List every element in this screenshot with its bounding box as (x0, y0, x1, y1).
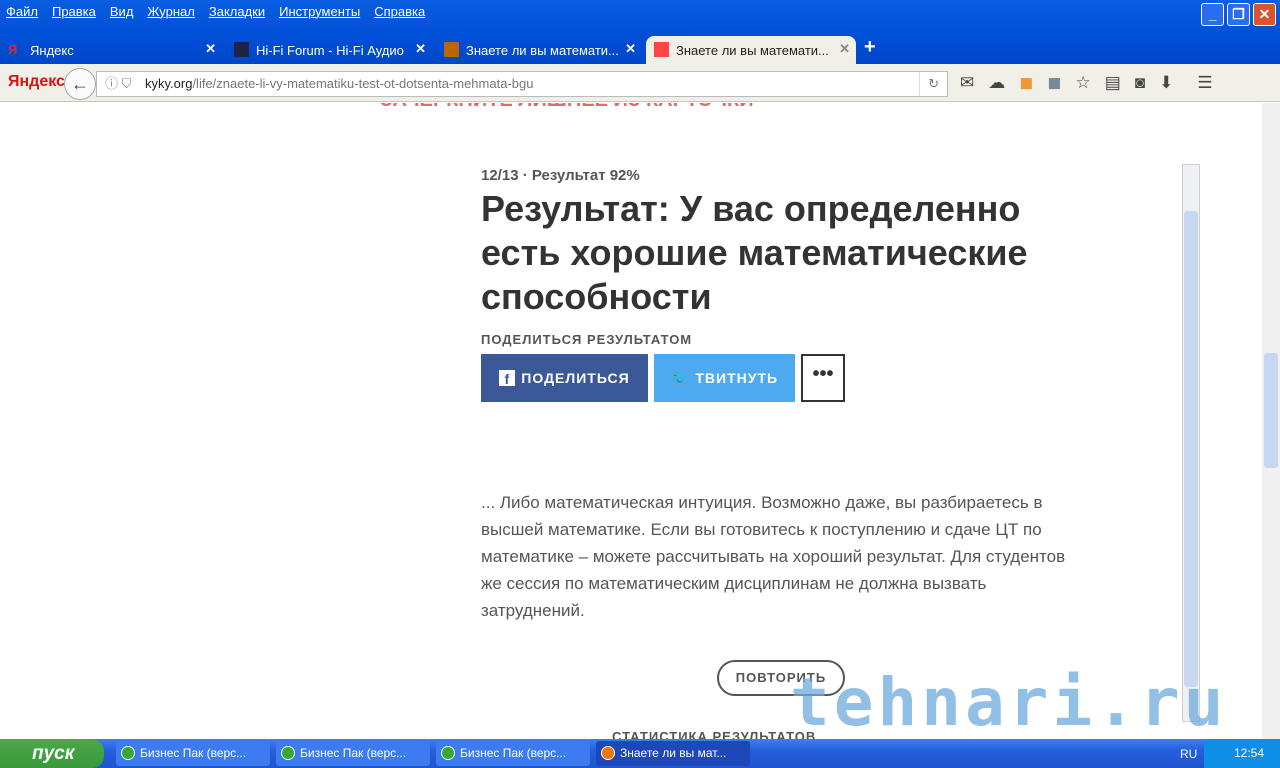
taskbar-item[interactable]: Бизнес Пак (верс... (276, 741, 430, 766)
app-icon (441, 746, 455, 760)
weather-icon[interactable]: ☁ (988, 73, 1005, 93)
tab-label: Знаете ли вы математи... (466, 42, 619, 58)
app-icon (121, 746, 135, 760)
menu-bar: Файл Правка Вид Журнал Закладки Инструме… (6, 4, 425, 19)
task-label: Бизнес Пак (верс... (300, 746, 407, 760)
app-icon (281, 746, 295, 760)
menu-history[interactable]: Журнал (147, 4, 194, 19)
result-title: Результат: У вас определенно есть хороши… (481, 188, 1028, 317)
tab-label: Hi-Fi Forum - Hi-Fi Аудио (256, 42, 404, 58)
bookmark-star-icon[interactable]: ☆ (1076, 73, 1091, 93)
language-indicator[interactable]: RU (1180, 747, 1197, 761)
system-tray: 12:54 (1204, 739, 1280, 768)
menu-tools[interactable]: Инструменты (279, 4, 360, 19)
url-bar[interactable]: ⓘ ⛉ kyky.org/life/znaete-li-vy-matematik… (96, 71, 948, 97)
result-description: ... Либо математическая интуиция. Возмож… (481, 493, 1066, 620)
menu-bookmarks[interactable]: Закладки (209, 4, 265, 19)
firefox-icon (601, 746, 615, 760)
facebook-icon: f (499, 370, 516, 387)
facebook-share-button[interactable]: f ПОДЕЛИТЬСЯ (481, 354, 648, 402)
share-label: ПОДЕЛИТЬСЯ РЕЗУЛЬТАТОМ (481, 332, 693, 347)
kyky-red-icon (654, 42, 669, 57)
pocket-icon[interactable]: ◙ (1135, 73, 1145, 93)
result-meta: 12/13 · Результат 92% (481, 167, 640, 184)
task-label: Бизнес Пак (верс... (140, 746, 247, 760)
task-label: Бизнес Пак (верс... (460, 746, 567, 760)
menu-view[interactable]: Вид (110, 4, 134, 19)
new-tab-button[interactable]: + (864, 36, 876, 59)
yandex-logo[interactable]: Яндекс (8, 73, 65, 91)
url-path: /life/znaete-li-vy-matematiku-test-ot-do… (192, 76, 534, 91)
taskbar-item[interactable]: Бизнес Пак (верс... (436, 741, 590, 766)
more-share-button[interactable]: ••• (801, 354, 845, 402)
restore-button[interactable]: ❐ (1227, 3, 1250, 26)
tab-yandex[interactable]: Я Яндекс ✕ (0, 36, 222, 64)
clock: 12:54 (1234, 746, 1265, 760)
taskbar-item[interactable]: Бизнес Пак (верс... (116, 741, 270, 766)
taskbar-item-active[interactable]: Знаете ли вы мат... (596, 741, 750, 766)
tab-kyky-active[interactable]: Знаете ли вы математи... ✕ (646, 36, 856, 64)
hifi-icon (234, 42, 249, 57)
reading-list-icon[interactable]: ▤ (1105, 73, 1121, 93)
page-scroll-thumb[interactable] (1264, 353, 1278, 468)
close-tab-icon[interactable]: ✕ (415, 41, 426, 57)
inner-scrollbar[interactable] (1182, 164, 1200, 722)
url-domain: kyky.org (145, 76, 193, 91)
tab-kyky-1[interactable]: Знаете ли вы математи... ✕ (436, 36, 642, 64)
menu-help[interactable]: Справка (374, 4, 425, 19)
tab-strip: Я Яндекс ✕ Hi-Fi Forum - Hi-Fi Аудио ✕ З… (0, 34, 1280, 64)
page-scrollbar[interactable] (1262, 103, 1280, 739)
taskbar: пуск Бизнес Пак (верс... Бизнес Пак (вер… (0, 739, 1280, 768)
inner-scroll-thumb[interactable] (1184, 211, 1198, 687)
minimize-button[interactable]: _ (1201, 3, 1224, 26)
window-titlebar: Файл Правка Вид Журнал Закладки Инструме… (0, 0, 1280, 66)
page-content: ЗАЧЕРКНИТЕ ЛИШНЕЕ ИЗ КАРТОЧКИ 12/13 · Ре… (0, 103, 1260, 739)
start-button[interactable]: пуск (0, 739, 104, 768)
close-tab-icon[interactable]: ✕ (839, 41, 850, 57)
twitter-share-button[interactable]: 🐦 ТВИТНУТЬ (654, 354, 795, 402)
nav-bar: Яндекс ← ⓘ ⛉ kyky.org/life/znaete-li-vy-… (0, 64, 1280, 102)
info-shield-icon[interactable]: ⓘ ⛉ (105, 72, 131, 96)
kyky-icon (444, 42, 459, 57)
hamburger-menu-icon[interactable]: ☰ (1197, 73, 1212, 93)
close-tab-icon[interactable]: ✕ (205, 41, 216, 57)
download-icon[interactable]: ⬇ (1159, 73, 1173, 93)
watermark: tehnari.ru (790, 664, 1228, 741)
odnoklassniki-icon[interactable]: ◼ (1019, 73, 1033, 93)
tw-label: ТВИТНУТЬ (695, 370, 779, 386)
fb-label: ПОДЕЛИТЬСЯ (521, 370, 630, 386)
twitter-icon: 🐦 (670, 369, 690, 386)
task-label: Знаете ли вы мат... (620, 746, 727, 760)
extension-icon[interactable]: ◼ (1047, 73, 1061, 93)
yandex-icon: Я (8, 42, 18, 57)
back-button[interactable]: ← (64, 68, 96, 100)
menu-edit[interactable]: Правка (52, 4, 96, 19)
reload-icon[interactable]: ↻ (919, 72, 939, 96)
close-tab-icon[interactable]: ✕ (625, 41, 636, 57)
tab-label: Яндекс (30, 42, 74, 58)
mail-icon[interactable]: ✉ (960, 73, 974, 93)
previous-question-text: ЗАЧЕРКНИТЕ ЛИШНЕЕ ИЗ КАРТОЧКИ (380, 103, 754, 112)
close-window-button[interactable]: ✕ (1253, 3, 1276, 26)
menu-file[interactable]: Файл (6, 4, 38, 19)
tab-label: Знаете ли вы математи... (676, 42, 829, 58)
stats-heading: СТАТИСТИКА РЕЗУЛЬТАТОВ (612, 729, 817, 739)
tab-hifi[interactable]: Hi-Fi Forum - Hi-Fi Аудио ✕ (226, 36, 432, 64)
